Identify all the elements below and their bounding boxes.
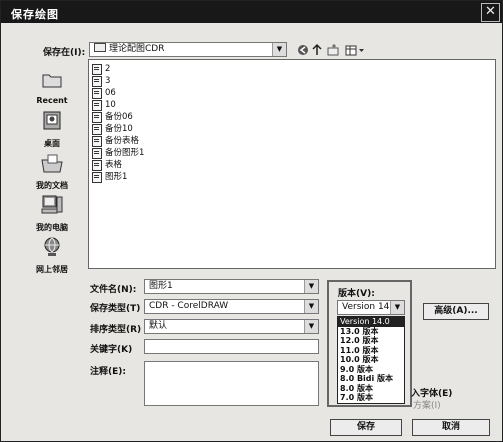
save-button[interactable]: 保存: [330, 419, 402, 436]
filename-value: 图形1: [149, 281, 173, 291]
file-item[interactable]: 表格: [92, 160, 122, 171]
sort-value: 默认: [149, 321, 168, 331]
place-network[interactable]: 网上邻居: [23, 236, 81, 275]
recent-icon: [42, 74, 62, 88]
keywords-field[interactable]: [144, 339, 319, 354]
desktop-icon: [43, 111, 61, 130]
title-bar: 保存绘图 ✕: [1, 1, 502, 23]
place-label: 我的文档: [36, 181, 68, 190]
save-drawing-dialog: 保存绘图 ✕ 保存在(I): 理论配图CDR ▼ Recent 桌面 我的文档 …: [0, 0, 503, 442]
version-option[interactable]: 7.0 版本: [338, 393, 404, 403]
version-option[interactable]: 8.0 版本: [338, 384, 404, 394]
file-item[interactable]: 10: [92, 100, 116, 111]
file-item[interactable]: 备份10: [92, 124, 133, 135]
file-list[interactable]: 2 3 06 10 备份06 备份10 备份表格 备份图形1 表格 图形1: [88, 59, 496, 269]
save-in-dropdown[interactable]: 理论配图CDR ▼: [89, 42, 287, 57]
chevron-down-icon[interactable]: ▼: [304, 300, 318, 313]
file-icon: [92, 148, 102, 159]
version-label: 版本(V):: [338, 289, 375, 299]
close-icon[interactable]: ✕: [481, 3, 500, 22]
place-label: 桌面: [44, 139, 60, 148]
version-option[interactable]: 9.0 版本: [338, 365, 404, 375]
sort-label: 排序类型(R): [90, 325, 142, 335]
file-icon: [92, 112, 102, 123]
place-documents[interactable]: 我的文档: [23, 152, 81, 191]
place-recent[interactable]: Recent: [23, 68, 81, 105]
toolbar-icons: [298, 43, 364, 56]
notes-field[interactable]: [144, 361, 319, 406]
savetype-value: CDR - CorelDRAW: [149, 301, 229, 311]
filename-label: 文件名(N):: [90, 285, 137, 295]
savetype-dropdown[interactable]: CDR - CorelDRAW ▼: [144, 299, 319, 314]
scheme-label: 方案(I): [413, 401, 441, 411]
version-options-list[interactable]: Version 14.0 13.0 版本 12.0 版本 11.0 版本 10.…: [337, 316, 405, 404]
file-item[interactable]: 3: [92, 76, 110, 87]
network-icon: [44, 237, 60, 256]
version-option[interactable]: 11.0 版本: [338, 346, 404, 356]
file-icon: [92, 88, 102, 99]
folder-icon: [94, 43, 106, 52]
file-icon: [92, 124, 102, 135]
file-icon: [92, 160, 102, 171]
place-label: 网上邻居: [36, 265, 68, 274]
file-icon: [92, 76, 102, 87]
keywords-label: 关键字(K): [90, 345, 133, 355]
cancel-button[interactable]: 取消: [412, 419, 490, 436]
chevron-down-icon[interactable]: ▼: [272, 43, 286, 56]
place-computer[interactable]: 我的电脑: [23, 194, 81, 233]
version-option[interactable]: 10.0 版本: [338, 355, 404, 365]
back-icon[interactable]: [298, 45, 308, 55]
version-option[interactable]: 13.0 版本: [338, 327, 404, 337]
sort-dropdown[interactable]: 默认 ▼: [144, 319, 319, 334]
file-icon: [92, 100, 102, 111]
file-item[interactable]: 备份表格: [92, 136, 139, 147]
version-option[interactable]: Version 14.0: [338, 317, 404, 327]
documents-icon: [41, 154, 63, 173]
view-menu-icon[interactable]: [345, 45, 364, 56]
file-icon: [92, 172, 102, 183]
filename-field[interactable]: 图形1 ▼: [144, 279, 319, 294]
save-in-label: 保存在(I):: [43, 48, 86, 58]
save-in-value: 理论配图CDR: [109, 44, 165, 54]
file-item[interactable]: 2: [92, 64, 110, 75]
chevron-down-icon[interactable]: ▼: [304, 320, 318, 333]
version-dropdown[interactable]: Version 14.0 ▼: [337, 300, 405, 315]
file-item[interactable]: 备份图形1: [92, 148, 144, 159]
version-option[interactable]: 12.0 版本: [338, 336, 404, 346]
version-option[interactable]: 8.0 Bidi 版本: [338, 374, 404, 384]
savetype-label: 保存类型(T): [90, 304, 141, 314]
computer-icon: [41, 195, 63, 214]
file-item[interactable]: 06: [92, 88, 116, 99]
place-label: 我的电脑: [36, 223, 68, 232]
file-item[interactable]: 图形1: [92, 172, 127, 183]
chevron-down-icon[interactable]: ▼: [390, 301, 404, 314]
file-item[interactable]: 备份06: [92, 112, 133, 123]
new-folder-icon[interactable]: [327, 44, 339, 56]
place-label: Recent: [36, 96, 68, 105]
place-desktop[interactable]: 桌面: [23, 110, 81, 149]
notes-label: 注释(E):: [90, 367, 126, 377]
file-icon: [92, 64, 102, 75]
dialog-title: 保存绘图: [11, 8, 59, 21]
advanced-button[interactable]: 高级(A)...: [423, 303, 489, 320]
up-folder-icon[interactable]: [312, 43, 322, 55]
chevron-down-icon[interactable]: ▼: [304, 280, 318, 293]
file-icon: [92, 136, 102, 147]
